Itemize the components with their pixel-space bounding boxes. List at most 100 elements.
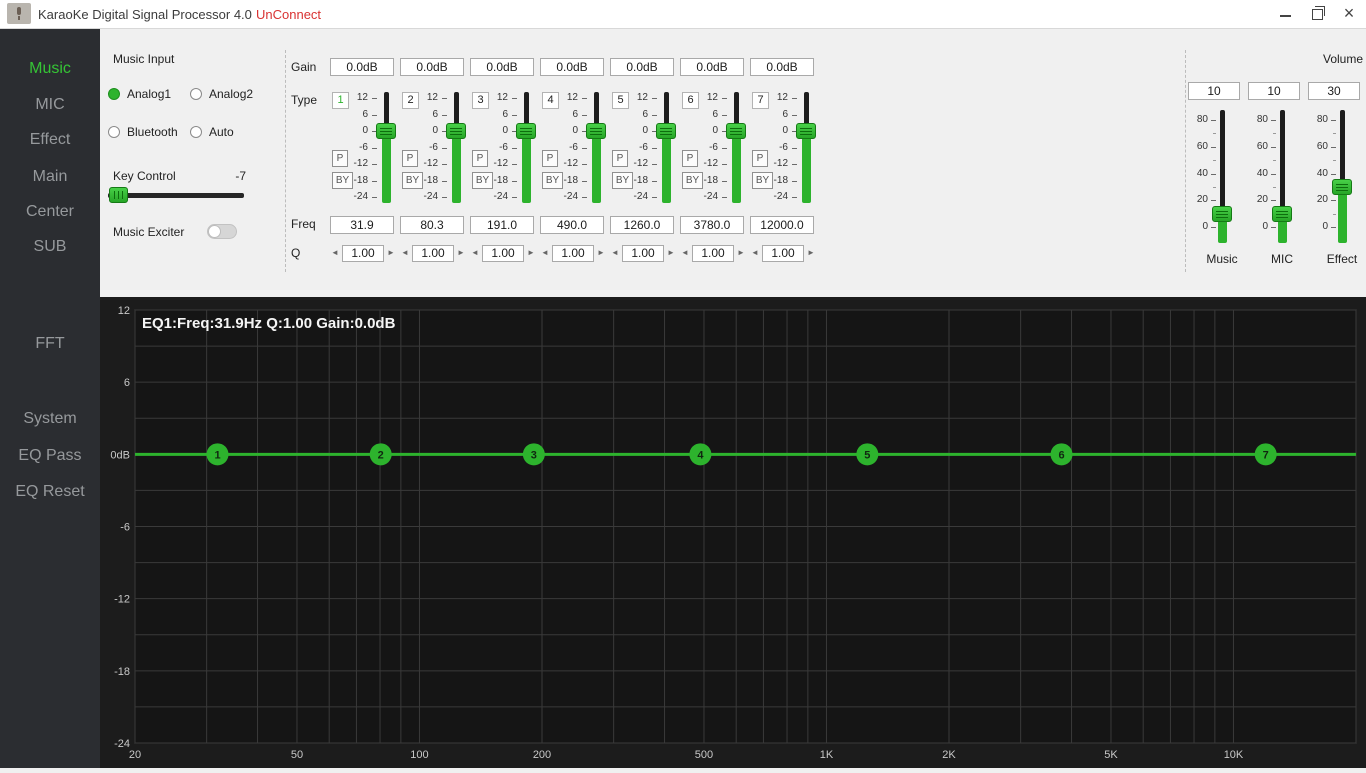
band-gain-input-2[interactable]: 0.0dB xyxy=(400,58,464,76)
radio-analog2[interactable] xyxy=(190,88,202,100)
volume-value-music[interactable]: 10 xyxy=(1188,82,1240,100)
band-gain-slider-3[interactable] xyxy=(516,90,536,205)
band-gain-input-4[interactable]: 0.0dB xyxy=(540,58,604,76)
band-gain-slider-4[interactable] xyxy=(586,90,606,205)
q-increase-button-7[interactable]: ► xyxy=(806,246,816,259)
band-gain-input-1[interactable]: 0.0dB xyxy=(330,58,394,76)
peak-type-button-2[interactable]: P xyxy=(402,150,418,167)
bypass-button-2[interactable]: BY xyxy=(402,172,423,189)
band-gain-input-6[interactable]: 0.0dB xyxy=(680,58,744,76)
key-control-slider-handle[interactable] xyxy=(109,187,128,203)
sidebar-item-music[interactable]: Music xyxy=(0,60,100,78)
radio-analog1[interactable] xyxy=(108,88,120,100)
eq-band-1: 0.0dB 1 12 6 0 -6 -12 -18 -24 P BY 31.9 ◄ 1.00 ► xyxy=(330,58,396,262)
band-gain-input-3[interactable]: 0.0dB xyxy=(470,58,534,76)
volume-slider-mic[interactable] xyxy=(1272,110,1292,250)
q-decrease-button-6[interactable]: ◄ xyxy=(680,246,690,259)
q-decrease-button-3[interactable]: ◄ xyxy=(470,246,480,259)
close-button[interactable]: × xyxy=(1332,0,1366,28)
bypass-button-1[interactable]: BY xyxy=(332,172,353,189)
band-gain-slider-handle-3[interactable] xyxy=(516,123,536,139)
q-increase-button-4[interactable]: ► xyxy=(596,246,606,259)
q-increase-button-2[interactable]: ► xyxy=(456,246,466,259)
radio-auto[interactable] xyxy=(190,126,202,138)
band-gain-slider-handle-5[interactable] xyxy=(656,123,676,139)
volume-value-effect[interactable]: 30 xyxy=(1308,82,1360,100)
q-increase-button-6[interactable]: ► xyxy=(736,246,746,259)
band-q-value-3[interactable]: 1.00 xyxy=(482,245,524,262)
volume-slider-handle-mic[interactable] xyxy=(1272,205,1292,222)
band-q-value-5[interactable]: 1.00 xyxy=(622,245,664,262)
q-decrease-button-7[interactable]: ◄ xyxy=(750,246,760,259)
bypass-button-4[interactable]: BY xyxy=(542,172,563,189)
band-q-value-6[interactable]: 1.00 xyxy=(692,245,734,262)
band-freq-input-6[interactable]: 3780.0 xyxy=(680,216,744,234)
minimize-button[interactable] xyxy=(1268,0,1302,28)
band-gain-slider-5[interactable] xyxy=(656,90,676,205)
band-gain-slider-7[interactable] xyxy=(796,90,816,205)
volume-value-mic[interactable]: 10 xyxy=(1248,82,1300,100)
band-q-value-7[interactable]: 1.00 xyxy=(762,245,804,262)
volume-channel-effect: 30 80 60 40 20 0 Effect xyxy=(1308,28,1360,297)
eq-freq-row-label: Freq xyxy=(291,217,316,231)
band-freq-input-2[interactable]: 80.3 xyxy=(400,216,464,234)
q-decrease-button-1[interactable]: ◄ xyxy=(330,246,340,259)
eq-q-row-label: Q xyxy=(291,246,301,260)
band-freq-input-1[interactable]: 31.9 xyxy=(330,216,394,234)
q-increase-button-5[interactable]: ► xyxy=(666,246,676,259)
band-freq-input-4[interactable]: 490.0 xyxy=(540,216,604,234)
sidebar-item-eq-reset[interactable]: EQ Reset xyxy=(0,483,100,501)
volume-slider-handle-effect[interactable] xyxy=(1332,178,1352,195)
bypass-button-6[interactable]: BY xyxy=(682,172,703,189)
q-increase-button-3[interactable]: ► xyxy=(526,246,536,259)
connection-status: UnConnect xyxy=(256,7,322,22)
band-gain-slider-6[interactable] xyxy=(726,90,746,205)
radio-bluetooth[interactable] xyxy=(108,126,120,138)
peak-type-button-5[interactable]: P xyxy=(612,150,628,167)
band-freq-input-3[interactable]: 191.0 xyxy=(470,216,534,234)
peak-type-button-7[interactable]: P xyxy=(752,150,768,167)
key-control-slider[interactable] xyxy=(108,193,244,198)
music-exciter-toggle[interactable] xyxy=(207,224,237,239)
band-gain-input-7[interactable]: 0.0dB xyxy=(750,58,814,76)
band-gain-slider-handle-6[interactable] xyxy=(726,123,746,139)
sidebar-item-effect[interactable]: Effect xyxy=(0,131,100,149)
sidebar-item-eq-pass[interactable]: EQ Pass xyxy=(0,447,100,465)
music-exciter-toggle-knob xyxy=(208,225,221,238)
peak-type-button-3[interactable]: P xyxy=(472,150,488,167)
band-q-value-4[interactable]: 1.00 xyxy=(552,245,594,262)
band-gain-slider-2[interactable] xyxy=(446,90,466,205)
band-gain-slider-1[interactable] xyxy=(376,90,396,205)
peak-type-button-4[interactable]: P xyxy=(542,150,558,167)
band-q-value-2[interactable]: 1.00 xyxy=(412,245,454,262)
band-gain-slider-handle-1[interactable] xyxy=(376,123,396,139)
band-gain-slider-handle-4[interactable] xyxy=(586,123,606,139)
peak-type-button-1[interactable]: P xyxy=(332,150,348,167)
q-increase-button-1[interactable]: ► xyxy=(386,246,396,259)
sidebar-item-fft[interactable]: FFT xyxy=(0,335,100,353)
volume-slider-handle-music[interactable] xyxy=(1212,205,1232,222)
sidebar-item-main[interactable]: Main xyxy=(0,168,100,186)
band-freq-input-7[interactable]: 12000.0 xyxy=(750,216,814,234)
sidebar-item-center[interactable]: Center xyxy=(0,203,100,221)
band-gain-slider-handle-7[interactable] xyxy=(796,123,816,139)
q-decrease-button-5[interactable]: ◄ xyxy=(610,246,620,259)
bypass-button-7[interactable]: BY xyxy=(752,172,773,189)
volume-slider-effect[interactable] xyxy=(1332,110,1352,250)
peak-type-button-6[interactable]: P xyxy=(682,150,698,167)
bypass-button-3[interactable]: BY xyxy=(472,172,493,189)
bypass-button-5[interactable]: BY xyxy=(612,172,633,189)
band-q-value-1[interactable]: 1.00 xyxy=(342,245,384,262)
volume-slider-music[interactable] xyxy=(1212,110,1232,250)
eq-point-label-3: 3 xyxy=(531,449,537,461)
q-decrease-button-2[interactable]: ◄ xyxy=(400,246,410,259)
band-gain-input-5[interactable]: 0.0dB xyxy=(610,58,674,76)
eq-band-6: 0.0dB 6 12 6 0 -6 -12 -18 -24 P BY 3780.0 ◄ 1.00 ► xyxy=(680,58,746,262)
q-decrease-button-4[interactable]: ◄ xyxy=(540,246,550,259)
sidebar-item-sub[interactable]: SUB xyxy=(0,238,100,256)
sidebar-item-mic[interactable]: MIC xyxy=(0,96,100,114)
band-freq-input-5[interactable]: 1260.0 xyxy=(610,216,674,234)
sidebar-item-system[interactable]: System xyxy=(0,410,100,428)
restore-button[interactable] xyxy=(1300,0,1334,28)
band-gain-slider-handle-2[interactable] xyxy=(446,123,466,139)
